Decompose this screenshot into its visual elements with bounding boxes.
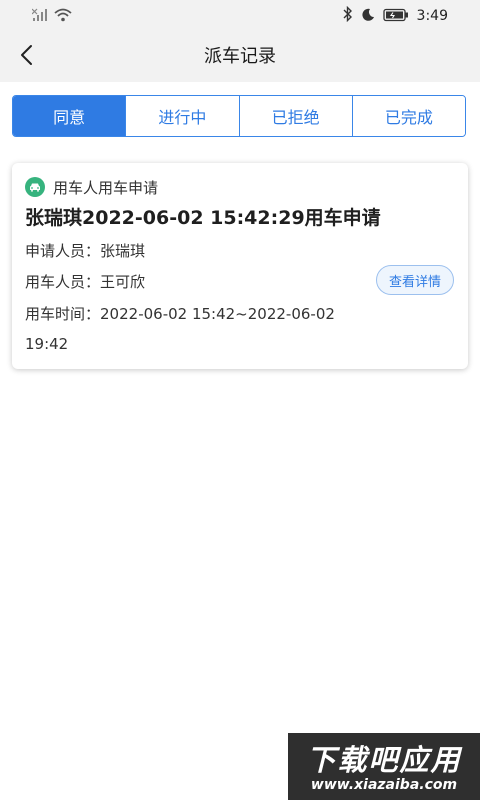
- record-title: 张瑞琪2022-06-02 15:42:29用车申请: [25, 207, 381, 229]
- time-row-continued: 19:42: [25, 335, 69, 353]
- record-card[interactable]: 用车人用车申请 张瑞琪2022-06-02 15:42:29用车申请 申请人员：…: [12, 163, 468, 369]
- bluetooth-icon: [343, 5, 353, 26]
- wifi-icon: [54, 7, 72, 26]
- status-time: 3:49: [416, 8, 448, 24]
- status-left: [31, 7, 72, 26]
- applicant-label: 申请人员：: [25, 242, 101, 260]
- watermark-url: www.xiazaiba.com: [310, 777, 458, 793]
- status-right: 3:49: [343, 5, 448, 26]
- user-row: 用车人员：王可欣: [25, 271, 145, 292]
- chevron-left-icon: [19, 44, 33, 70]
- time-row: 用车时间：2022-06-02 15:42~2022-06-02: [25, 303, 335, 324]
- tab-in-progress[interactable]: 进行中: [125, 96, 239, 136]
- site-watermark: 下载吧应用 www.xiazaiba.com: [288, 733, 480, 800]
- watermark-title: 下载吧应用: [306, 743, 462, 777]
- status-tabs: 同意 进行中 已拒绝 已完成: [12, 95, 466, 137]
- time-value: 2022-06-02 15:42~2022-06-02: [100, 305, 335, 323]
- tab-agreed[interactable]: 同意: [13, 96, 126, 136]
- tab-completed[interactable]: 已完成: [351, 96, 465, 136]
- back-button[interactable]: [12, 42, 40, 72]
- time-label: 用车时间：: [25, 305, 101, 323]
- record-type: 用车人用车申请: [25, 177, 158, 197]
- record-type-label: 用车人用车申请: [53, 178, 159, 197]
- battery-icon: [382, 7, 409, 26]
- page-title: 派车记录: [204, 46, 276, 67]
- applicant-value: 张瑞琪: [100, 242, 146, 260]
- header-bar: 派车记录: [0, 32, 480, 82]
- car-icon: [25, 177, 45, 197]
- user-label: 用车人员：: [25, 273, 101, 291]
- moon-icon: [361, 7, 375, 26]
- signal-icon: [31, 7, 48, 26]
- tab-rejected[interactable]: 已拒绝: [238, 96, 352, 136]
- applicant-row: 申请人员：张瑞琪: [25, 240, 145, 261]
- view-details-button[interactable]: 查看详情: [376, 265, 454, 295]
- user-value: 王可欣: [100, 273, 146, 291]
- status-bar: 3:49: [0, 0, 480, 32]
